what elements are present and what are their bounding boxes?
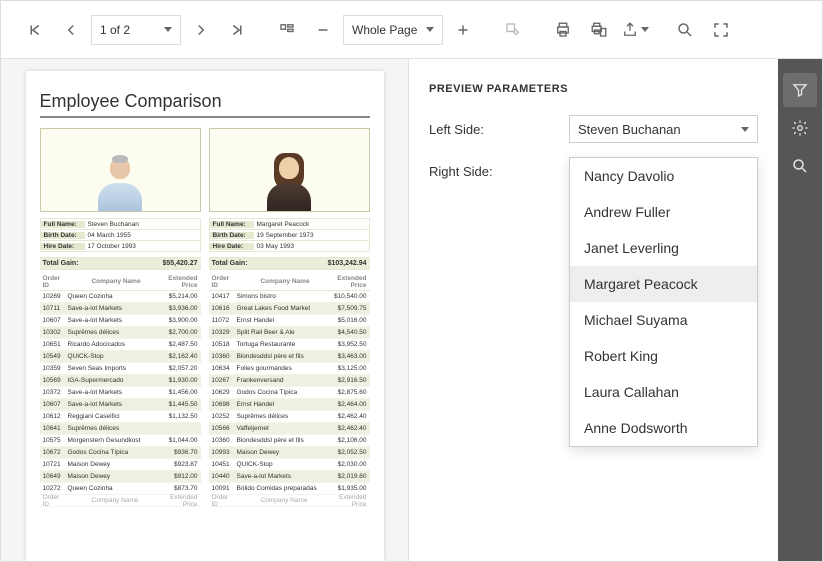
table-row: 10372Save-a-lot Markets$1,456.00: [40, 387, 201, 399]
table-row: 10566Vaffeljernet$2,462.40: [209, 423, 370, 435]
field-row: Hire Date:03 May 1993: [209, 240, 370, 252]
total-gain-row: Total Gain:$55,420.27: [40, 257, 201, 270]
table-row: 10672Godos Cocina Típica$936.70: [40, 447, 201, 459]
table-row: 10612Reggiani Caseifici$1,132.50: [40, 411, 201, 423]
table-row: 10302Suprêmes délices$2,700.00: [40, 327, 201, 339]
total-gain-row: Total Gain:$103,242.94: [209, 257, 370, 270]
table-row: 10575Morgenstern Gesundkost$1,044.00: [40, 435, 201, 447]
dropdown-option[interactable]: Anne Dodsworth: [570, 410, 757, 446]
table-row: 10721Maison Dewey$923.87: [40, 459, 201, 471]
caret-down-icon: [164, 27, 172, 32]
panel-title: PREVIEW PARAMETERS: [429, 83, 758, 95]
dropdown-option[interactable]: Andrew Fuller: [570, 194, 757, 230]
table-header: Order IDCompany NameExtended Price: [40, 273, 201, 291]
dropdown-option[interactable]: Robert King: [570, 338, 757, 374]
table-row: 10698Ernst Handel$2,464.00: [209, 399, 370, 411]
table-row: 10269Queen Cozinha$5,214.00: [40, 291, 201, 303]
table-row: 11072Ernst Handel$5,016.00: [209, 315, 370, 327]
dropdown-option[interactable]: Janet Leverling: [570, 230, 757, 266]
export-button[interactable]: [619, 14, 651, 46]
caret-down-icon: [641, 27, 649, 32]
table-row: 10993Maison Dewey$2,052.50: [209, 447, 370, 459]
search-button[interactable]: [669, 14, 701, 46]
table-row: 10329Split Rail Beer & Ale$4,540.50: [209, 327, 370, 339]
multipage-button[interactable]: [271, 14, 303, 46]
table-row: 10607Save-a-lot Markets$1,445.50: [40, 399, 201, 411]
zoom-in-button[interactable]: [447, 14, 479, 46]
last-page-button[interactable]: [221, 14, 253, 46]
employee-photo: [40, 128, 201, 212]
table-row: 10641Suprêmes délices: [40, 423, 201, 435]
employee-right-column: Full Name:Margaret PeacockBirth Date:19 …: [209, 128, 370, 507]
toolbar: 1 of 2 Whole Page: [1, 1, 822, 59]
right-side-dropdown: Nancy DavolioAndrew FullerJanet Leverlin…: [569, 157, 758, 447]
rail-settings-button[interactable]: [783, 111, 817, 145]
page-indicator: 1 of 2: [100, 23, 130, 37]
print-page-button[interactable]: [583, 14, 615, 46]
fullscreen-button[interactable]: [705, 14, 737, 46]
dropdown-option[interactable]: Laura Callahan: [570, 374, 757, 410]
table-row: 10634Folies gourmandes$3,125.00: [209, 363, 370, 375]
table-row: 10360Blondesddsl père et fils$3,463.00: [209, 351, 370, 363]
table-row: 10518Tortuga Restaurante$3,952.50: [209, 339, 370, 351]
parameters-panel: PREVIEW PARAMETERS Left Side: Steven Buc…: [408, 59, 778, 561]
print-button[interactable]: [547, 14, 579, 46]
document-area: Employee Comparison Full Name:Steven Buc…: [1, 59, 408, 561]
rail-search-button[interactable]: [783, 149, 817, 183]
table-row: 10649Maison Dewey$912.00: [40, 471, 201, 483]
caret-down-icon: [426, 27, 434, 32]
table-row: 10252Suprêmes délices$2,462.40: [209, 411, 370, 423]
field-row: Hire Date:17 October 1993: [40, 240, 201, 252]
table-row: 10651Ricardo Adocicados$2,487.50: [40, 339, 201, 351]
main-content: Employee Comparison Full Name:Steven Buc…: [1, 59, 822, 561]
zoom-out-button[interactable]: [307, 14, 339, 46]
report-title: Employee Comparison: [40, 91, 370, 112]
dropdown-option[interactable]: Nancy Davolio: [570, 158, 757, 194]
left-side-value: Steven Buchanan: [578, 122, 681, 137]
zoom-value: Whole Page: [352, 23, 417, 37]
table-row: 10616Great Lakes Food Market$7,509.75: [209, 303, 370, 315]
title-rule: [40, 116, 370, 118]
left-side-select[interactable]: Steven Buchanan: [569, 115, 758, 143]
table-row: 10359Seven Seas Imports$2,057.20: [40, 363, 201, 375]
dropdown-option[interactable]: Margaret Peacock: [570, 266, 757, 302]
prev-page-button[interactable]: [55, 14, 87, 46]
next-page-button[interactable]: [185, 14, 217, 46]
table-row: 10360Blondesddsl père et fils$2,106.00: [209, 435, 370, 447]
rail-parameters-button[interactable]: [783, 73, 817, 107]
table-row: 10711Save-a-lot Markets$3,936.00: [40, 303, 201, 315]
first-page-button[interactable]: [19, 14, 51, 46]
page-selector[interactable]: 1 of 2: [91, 15, 181, 45]
employee-photo: [209, 128, 370, 212]
table-row: 10549QUICK-Stop$2,162.40: [40, 351, 201, 363]
right-side-label: Right Side:: [429, 164, 569, 179]
report-page: Employee Comparison Full Name:Steven Buc…: [26, 71, 384, 561]
highlight-fields-button[interactable]: [497, 14, 529, 46]
table-row: 10569IGA-Supermercado$1,930.00: [40, 375, 201, 387]
table-row: 10417Simons bistro$10,540.00: [209, 291, 370, 303]
table-footer-row: Order IDCompany NameExtended Price: [40, 495, 201, 507]
dropdown-option[interactable]: Michael Suyama: [570, 302, 757, 338]
table-row: 10440Save-a-lot Markets$2,019.60: [209, 471, 370, 483]
table-row: 10607Save-a-lot Markets$3,900.00: [40, 315, 201, 327]
caret-down-icon: [741, 127, 749, 132]
table-row: 10629Godos Cocina Típica$2,875.60: [209, 387, 370, 399]
table-footer-row: Order IDCompany NameExtended Price: [209, 495, 370, 507]
table-row: 10451QUICK-Stop$2,030.00: [209, 459, 370, 471]
table-row: 10267Frankenversand$2,916.50: [209, 375, 370, 387]
employee-left-column: Full Name:Steven BuchananBirth Date:04 M…: [40, 128, 201, 507]
left-side-label: Left Side:: [429, 122, 569, 137]
zoom-selector[interactable]: Whole Page: [343, 15, 443, 45]
table-header: Order IDCompany NameExtended Price: [209, 273, 370, 291]
side-rail: [778, 59, 822, 561]
